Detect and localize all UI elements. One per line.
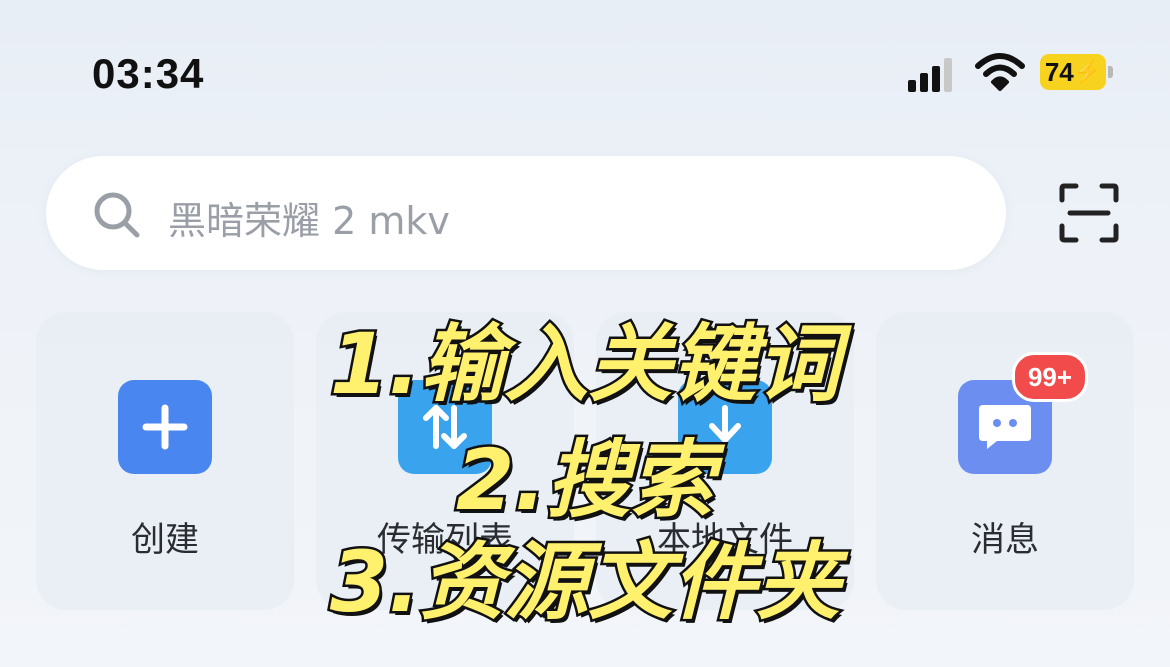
cellular-signal-icon bbox=[908, 56, 954, 92]
battery-charging-icon: 74 ⚡ bbox=[1040, 54, 1106, 90]
overlay-step-3: 3.资源文件夹 bbox=[327, 533, 842, 631]
battery-level: 74 bbox=[1044, 56, 1074, 87]
status-time: 03:34 bbox=[92, 50, 205, 97]
scan-icon[interactable] bbox=[1058, 182, 1120, 244]
overlay-step-1: 1.输入关键词 bbox=[327, 315, 842, 413]
overlay-step-2: 2.搜索 bbox=[453, 431, 716, 529]
search-icon bbox=[94, 192, 140, 238]
search-bar[interactable]: 黑暗荣耀 2 mkv bbox=[46, 156, 1006, 270]
search-input[interactable]: 黑暗荣耀 2 mkv bbox=[168, 190, 450, 245]
wifi-icon bbox=[975, 53, 1025, 91]
battery-cap bbox=[1108, 66, 1113, 78]
